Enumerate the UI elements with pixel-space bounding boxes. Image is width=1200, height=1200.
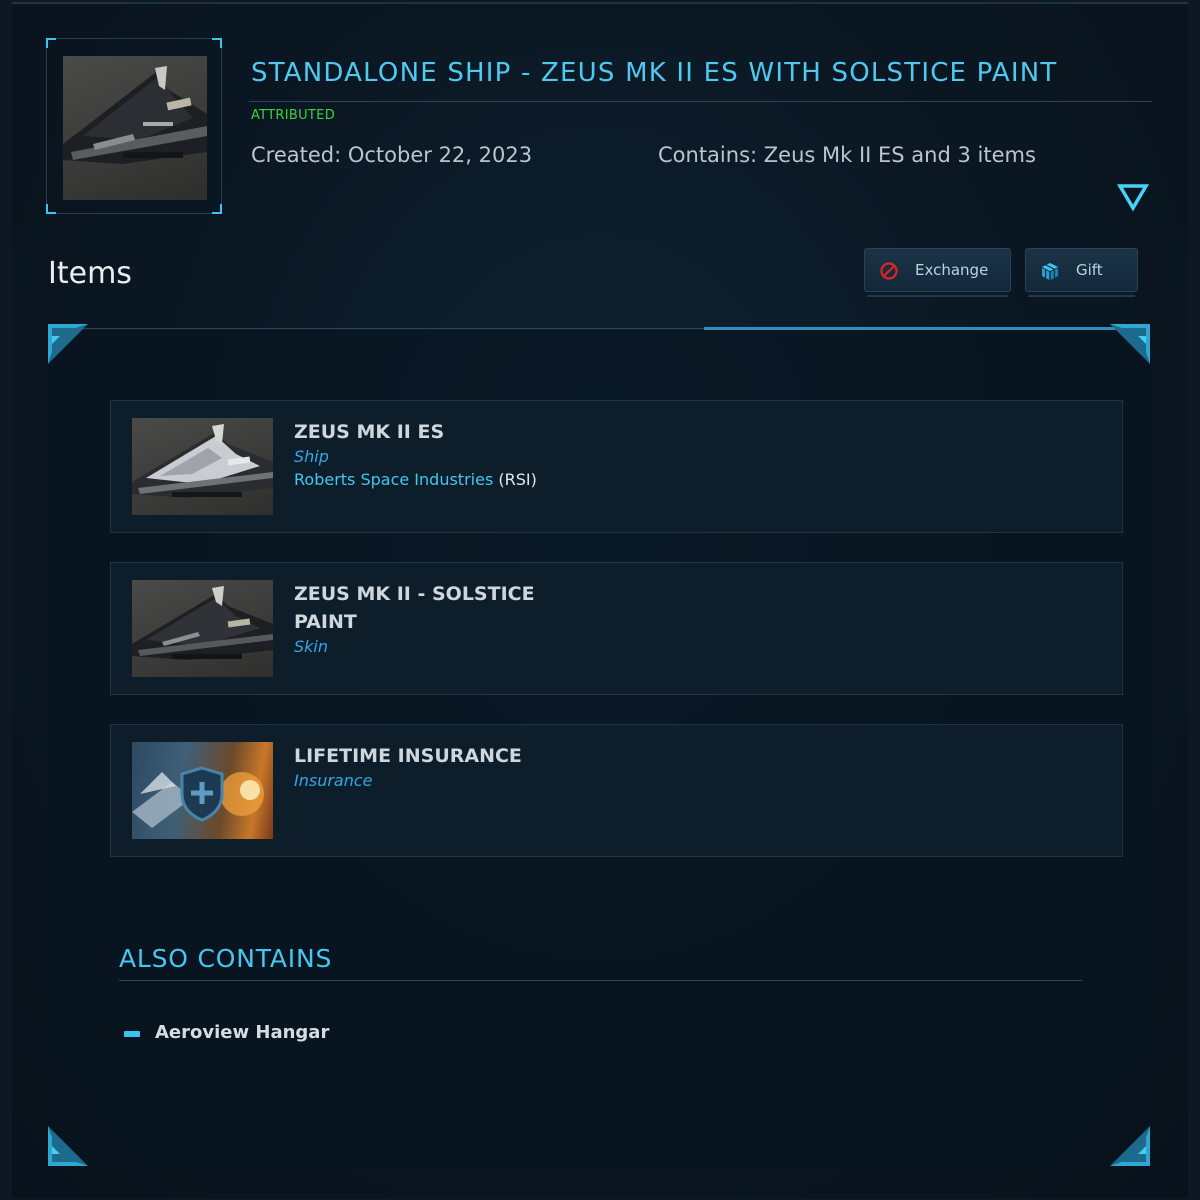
corner-bracket-icon (48, 324, 88, 364)
gift-button-label: Gift (1076, 261, 1103, 279)
corner-marker (46, 38, 56, 48)
item-type: Insurance (294, 771, 373, 790)
pledge-thumbnail-frame (46, 38, 222, 214)
manufacturer-code: (RSI) (498, 470, 537, 489)
insurance-image (132, 766, 264, 828)
pledge-thumbnail-image (63, 56, 207, 200)
item-name: ZEUS MK II ES (294, 421, 445, 443)
item-type: Skin (294, 637, 329, 656)
title-divider (249, 101, 1152, 102)
item-thumbnail (132, 742, 273, 839)
prohibited-icon (880, 262, 898, 280)
exchange-button-label: Exchange (915, 261, 989, 279)
item-name: LIFETIME INSURANCE (294, 745, 522, 767)
items-heading: Items (48, 256, 132, 291)
corner-bracket-icon (48, 1126, 88, 1166)
corner-marker (212, 38, 222, 48)
also-contains-heading: ALSO CONTAINS (119, 944, 333, 973)
gift-box-icon (1042, 263, 1058, 280)
ship-image (132, 586, 273, 660)
collapse-toggle-icon[interactable] (1116, 180, 1150, 214)
manufacturer-name: Roberts Space Industries (294, 470, 499, 489)
panel-top-accent (704, 327, 1124, 330)
item-manufacturer: Roberts Space Industries (RSI) (294, 470, 537, 489)
corner-marker (46, 204, 56, 214)
item-thumbnail (132, 580, 273, 677)
item-name: ZEUS MK II - SOLSTICE PAINT (294, 583, 535, 633)
exchange-button[interactable]: Exchange (864, 248, 1011, 292)
created-label: Created: (251, 143, 348, 167)
corner-marker (212, 204, 222, 214)
item-card-insurance[interactable]: LIFETIME INSURANCE Insurance (110, 724, 1123, 857)
status-badge: ATTRIBUTED (251, 108, 336, 123)
item-type: Ship (294, 447, 329, 466)
item-card-ship[interactable]: ZEUS MK II ES Ship Roberts Space Industr… (110, 400, 1123, 533)
created-date: Created: October 22, 2023 (251, 143, 532, 167)
also-contains-item: Aeroview Hangar (155, 1022, 330, 1043)
contains-summary: Contains: Zeus Mk II ES and 3 items (658, 143, 1036, 167)
item-thumbnail (132, 418, 273, 515)
gift-button[interactable]: Gift (1025, 248, 1138, 292)
ship-image (63, 66, 207, 164)
corner-bracket-icon (1110, 324, 1150, 364)
created-value: October 22, 2023 (347, 143, 533, 167)
ship-image (132, 424, 273, 498)
corner-bracket-icon (1110, 1126, 1150, 1166)
contains-label: Contains: (658, 143, 764, 167)
contains-value: Zeus Mk II ES and 3 items (763, 143, 1036, 167)
pledge-title: STANDALONE SHIP - ZEUS MK II ES WITH SOL… (251, 58, 1058, 88)
item-card-skin[interactable]: ZEUS MK II - SOLSTICE PAINT Skin (110, 562, 1123, 695)
bullet-icon (124, 1031, 140, 1037)
also-contains-divider (119, 980, 1082, 981)
